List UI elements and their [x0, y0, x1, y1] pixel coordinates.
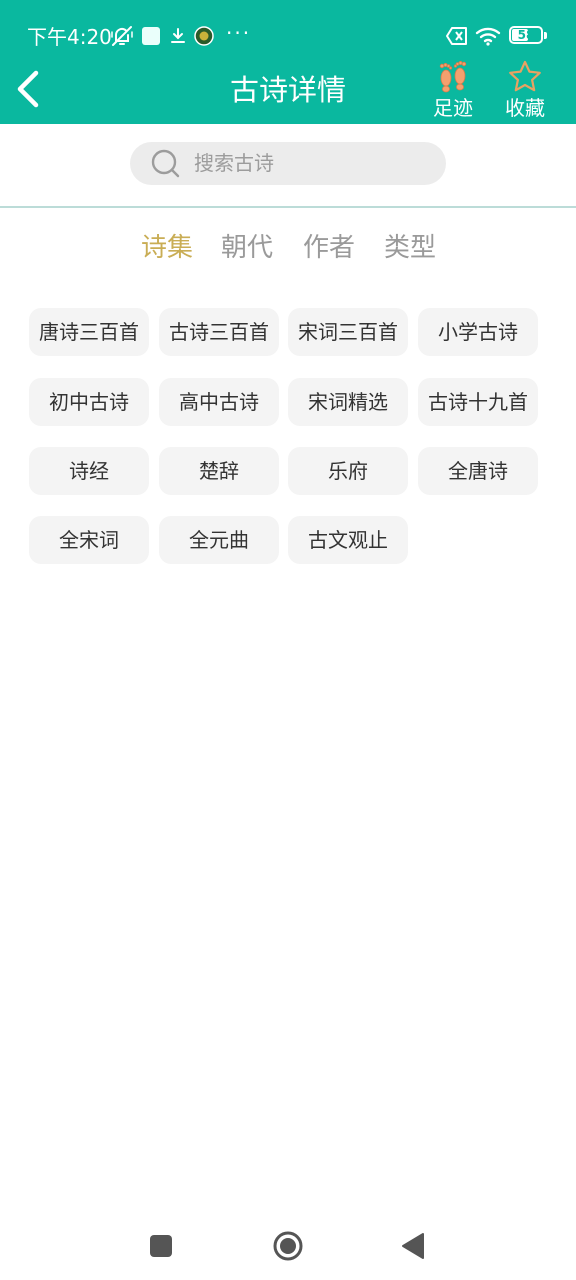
app-notification-icon: [141, 24, 161, 48]
tab-type[interactable]: 类型: [384, 228, 436, 268]
no-sim-icon: [445, 24, 469, 48]
tab-dynasty[interactable]: 朝代: [221, 228, 273, 268]
system-nav-bar: [0, 1210, 576, 1280]
collection-chip[interactable]: 初中古诗: [29, 378, 149, 426]
bell-muted-icon: [110, 24, 134, 48]
home-circle-icon: [273, 1231, 303, 1261]
collection-chip[interactable]: 全宋词: [29, 516, 149, 564]
collection-chip[interactable]: 古诗三百首: [159, 308, 279, 356]
footprint-icon: [426, 58, 480, 96]
recents-button[interactable]: [143, 1228, 179, 1264]
back-button[interactable]: [8, 66, 48, 112]
back-triangle-icon: [402, 1233, 424, 1259]
collection-chip[interactable]: 诗经: [29, 447, 149, 495]
collection-chip[interactable]: 楚辞: [159, 447, 279, 495]
tab-collections[interactable]: 诗集: [141, 228, 193, 268]
download-icon: [168, 24, 188, 48]
battery-nub: [544, 32, 547, 39]
search-icon: [151, 149, 180, 178]
collection-chip[interactable]: 古诗十九首: [418, 378, 538, 426]
tab-author[interactable]: 作者: [303, 228, 355, 268]
collection-chip[interactable]: 唐诗三百首: [29, 308, 149, 356]
footprint-label: 足迹: [433, 96, 473, 120]
favorite-label: 收藏: [505, 96, 545, 120]
app-bar: 古诗详情 足迹 收藏: [0, 60, 576, 124]
status-bar: 下午4:20 ··· 58: [0, 0, 576, 64]
star-icon: [498, 58, 552, 96]
category-tabs: 诗集 朝代 作者 类型: [0, 228, 576, 272]
favorite-button[interactable]: 收藏: [498, 58, 552, 120]
collection-chip[interactable]: 乐府: [288, 447, 408, 495]
app-badge-icon: [193, 24, 215, 48]
footprint-button[interactable]: 足迹: [426, 58, 480, 120]
chevron-left-icon: [17, 70, 39, 108]
collection-chip[interactable]: 古文观止: [288, 516, 408, 564]
collection-chip[interactable]: 宋词精选: [288, 378, 408, 426]
top-bar: 下午4:20 ··· 58 古诗详情 足迹 收藏: [0, 0, 576, 124]
status-time: 下午4:20: [27, 25, 112, 49]
search-section: 搜索古诗: [0, 124, 576, 208]
collection-chip[interactable]: 高中古诗: [159, 378, 279, 426]
search-input[interactable]: 搜索古诗: [130, 142, 446, 185]
battery-indicator: 58: [509, 26, 547, 44]
collection-chip[interactable]: 全唐诗: [418, 447, 538, 495]
search-placeholder: 搜索古诗: [194, 151, 274, 175]
page-title: 古诗详情: [229, 73, 346, 107]
home-button[interactable]: [270, 1228, 306, 1264]
collection-chip[interactable]: 小学古诗: [418, 308, 538, 356]
collection-chip[interactable]: 全元曲: [159, 516, 279, 564]
wifi-icon: [475, 24, 503, 48]
collection-chip[interactable]: 宋词三百首: [288, 308, 408, 356]
recents-square-icon: [150, 1235, 172, 1257]
status-more: ···: [226, 21, 252, 45]
battery-level: 58: [517, 28, 535, 42]
nav-back-button[interactable]: [395, 1228, 431, 1264]
